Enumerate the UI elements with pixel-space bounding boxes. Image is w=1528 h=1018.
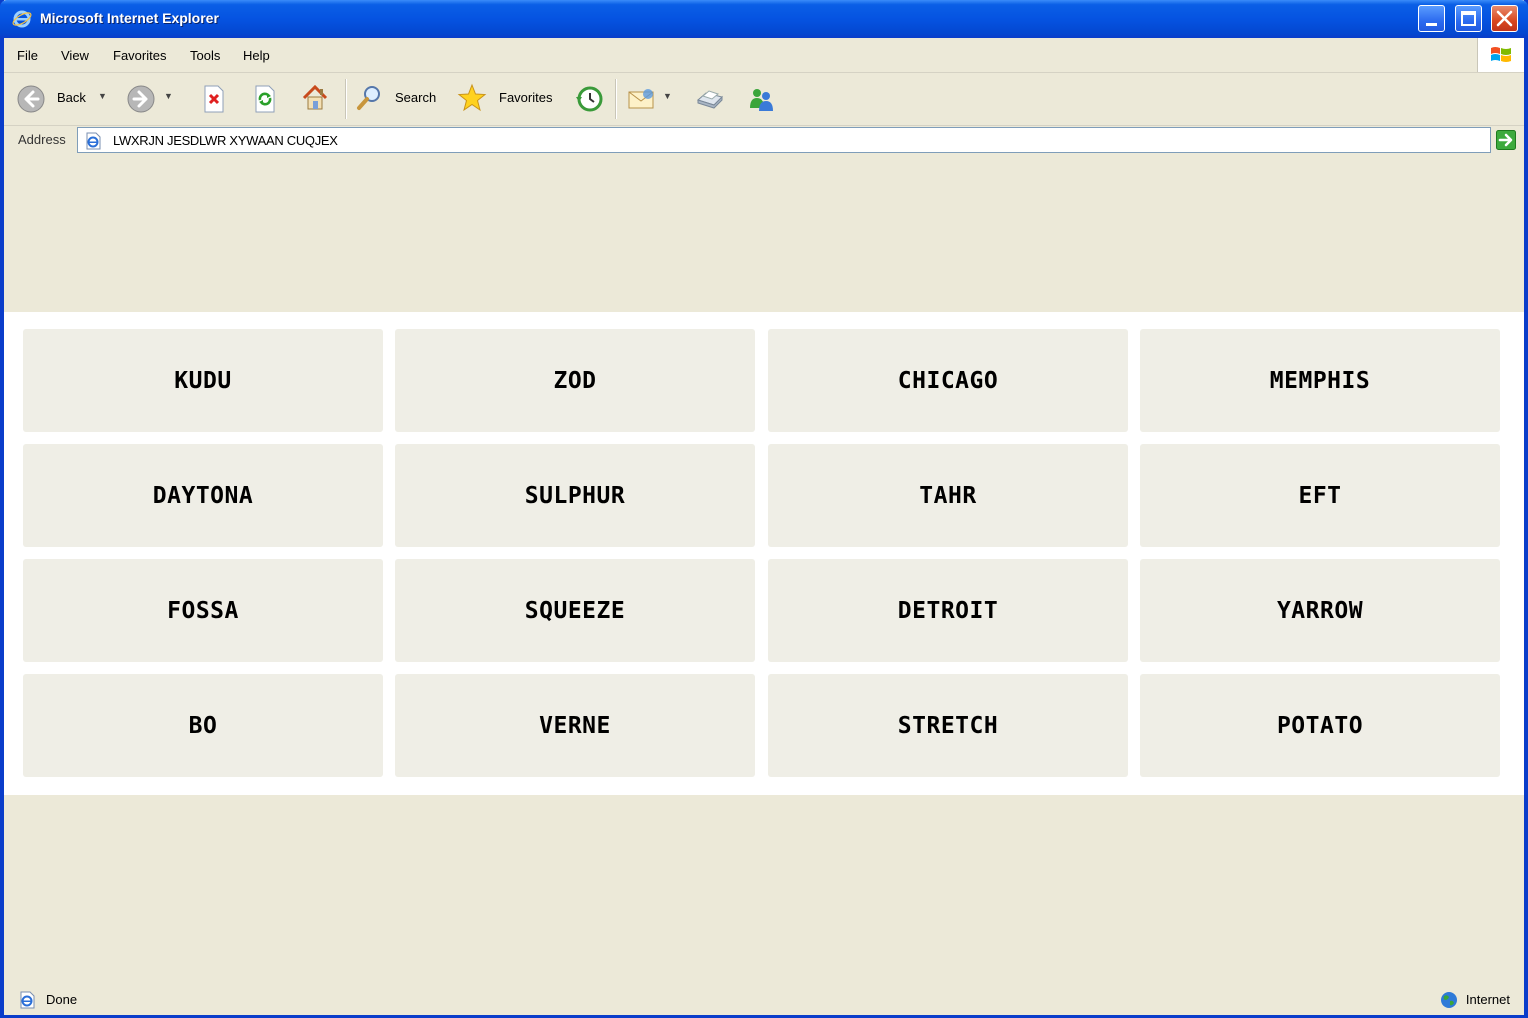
word-tile[interactable]: BO (23, 674, 383, 777)
word-tile[interactable]: KUDU (23, 329, 383, 432)
messenger-icon (750, 89, 773, 111)
close-button[interactable] (1491, 5, 1518, 32)
mail-dropdown-icon: ▼ (663, 91, 672, 101)
word-tile[interactable]: VERNE (395, 674, 755, 777)
status-text: Done (46, 992, 78, 1007)
menu-favorites[interactable]: Favorites (113, 48, 166, 63)
word-tile[interactable]: DETROIT (768, 559, 1128, 662)
address-label: Address (18, 132, 66, 147)
address-bar: Address LWXRJN JESDLWR XYWAAN CUQJEX (4, 126, 1524, 155)
toolbar-separator (345, 79, 347, 119)
search-button[interactable]: Search (353, 73, 441, 125)
maximize-button[interactable] (1455, 5, 1482, 32)
word-tile[interactable]: POTATO (1140, 674, 1500, 777)
menu-help[interactable]: Help (243, 48, 270, 63)
menu-bar: File View Favorites Tools Help (4, 38, 1524, 73)
toolbar: Back ▼ ▼ Search Favorites ▼ (4, 73, 1524, 126)
page-icon (86, 132, 101, 150)
close-icon (1496, 10, 1513, 27)
printer-icon (696, 90, 723, 109)
back-label: Back (57, 90, 86, 105)
word-tile[interactable]: EFT (1140, 444, 1500, 547)
windows-flag-icon (1491, 47, 1511, 62)
history-button[interactable] (572, 73, 608, 125)
page-status-icon (20, 991, 35, 1009)
refresh-button[interactable] (249, 73, 283, 125)
menu-view[interactable]: View (61, 48, 89, 63)
back-button[interactable]: Back ▼ (14, 73, 109, 125)
toolbar-separator (615, 79, 617, 119)
stop-button[interactable] (198, 73, 232, 125)
favorites-label: Favorites (499, 90, 553, 105)
forward-dropdown-icon: ▼ (164, 91, 173, 101)
go-button[interactable] (1496, 130, 1516, 150)
word-tile[interactable]: SQUEEZE (395, 559, 755, 662)
page-content: KUDU ZOD CHICAGO MEMPHIS DAYTONA SULPHUR… (4, 155, 1524, 985)
globe-icon (1441, 992, 1457, 1008)
word-tile[interactable]: STRETCH (768, 674, 1128, 777)
forward-button[interactable]: ▼ (124, 73, 176, 125)
word-tile[interactable]: TAHR (768, 444, 1128, 547)
stop-icon (204, 85, 224, 113)
back-dropdown-icon: ▼ (98, 91, 107, 101)
word-tile[interactable]: YARROW (1140, 559, 1500, 662)
menu-tools[interactable]: Tools (190, 48, 220, 63)
maximize-icon (1461, 11, 1476, 26)
history-icon (576, 86, 603, 112)
word-grid-panel: KUDU ZOD CHICAGO MEMPHIS DAYTONA SULPHUR… (4, 312, 1524, 795)
search-label: Search (395, 90, 437, 105)
mail-icon (628, 89, 654, 109)
messenger-button[interactable] (744, 73, 780, 125)
word-tile[interactable]: ZOD (395, 329, 755, 432)
menu-file[interactable]: File (17, 48, 38, 63)
mail-button[interactable]: ▼ (624, 73, 676, 125)
home-button[interactable] (299, 73, 335, 125)
status-bar: Done Internet (4, 985, 1524, 1015)
address-input[interactable]: LWXRJN JESDLWR XYWAAN CUQJEX (77, 127, 1491, 153)
title-bar[interactable]: Microsoft Internet Explorer (0, 0, 1528, 38)
window-title: Microsoft Internet Explorer (40, 10, 219, 26)
star-icon (457, 83, 487, 112)
word-tile[interactable]: CHICAGO (768, 329, 1128, 432)
forward-arrow-icon (127, 85, 155, 113)
back-arrow-icon (17, 85, 45, 113)
security-zone: Internet (1465, 992, 1510, 1007)
ie-logo-icon (12, 10, 32, 28)
search-icon (357, 86, 380, 110)
home-icon (302, 84, 328, 110)
go-arrow-icon (1496, 130, 1516, 150)
minimize-icon (1426, 23, 1437, 26)
word-tile[interactable]: MEMPHIS (1140, 329, 1500, 432)
browser-window: Microsoft Internet Explorer File View Fa… (0, 0, 1528, 1018)
minimize-button[interactable] (1418, 5, 1445, 32)
windows-logo (1477, 38, 1524, 72)
address-value: LWXRJN JESDLWR XYWAAN CUQJEX (113, 133, 338, 148)
print-button[interactable] (692, 73, 728, 125)
refresh-icon (255, 85, 275, 113)
word-tile[interactable]: DAYTONA (23, 444, 383, 547)
word-tile[interactable]: FOSSA (23, 559, 383, 662)
favorites-button[interactable]: Favorites (456, 73, 556, 125)
word-tile[interactable]: SULPHUR (395, 444, 755, 547)
